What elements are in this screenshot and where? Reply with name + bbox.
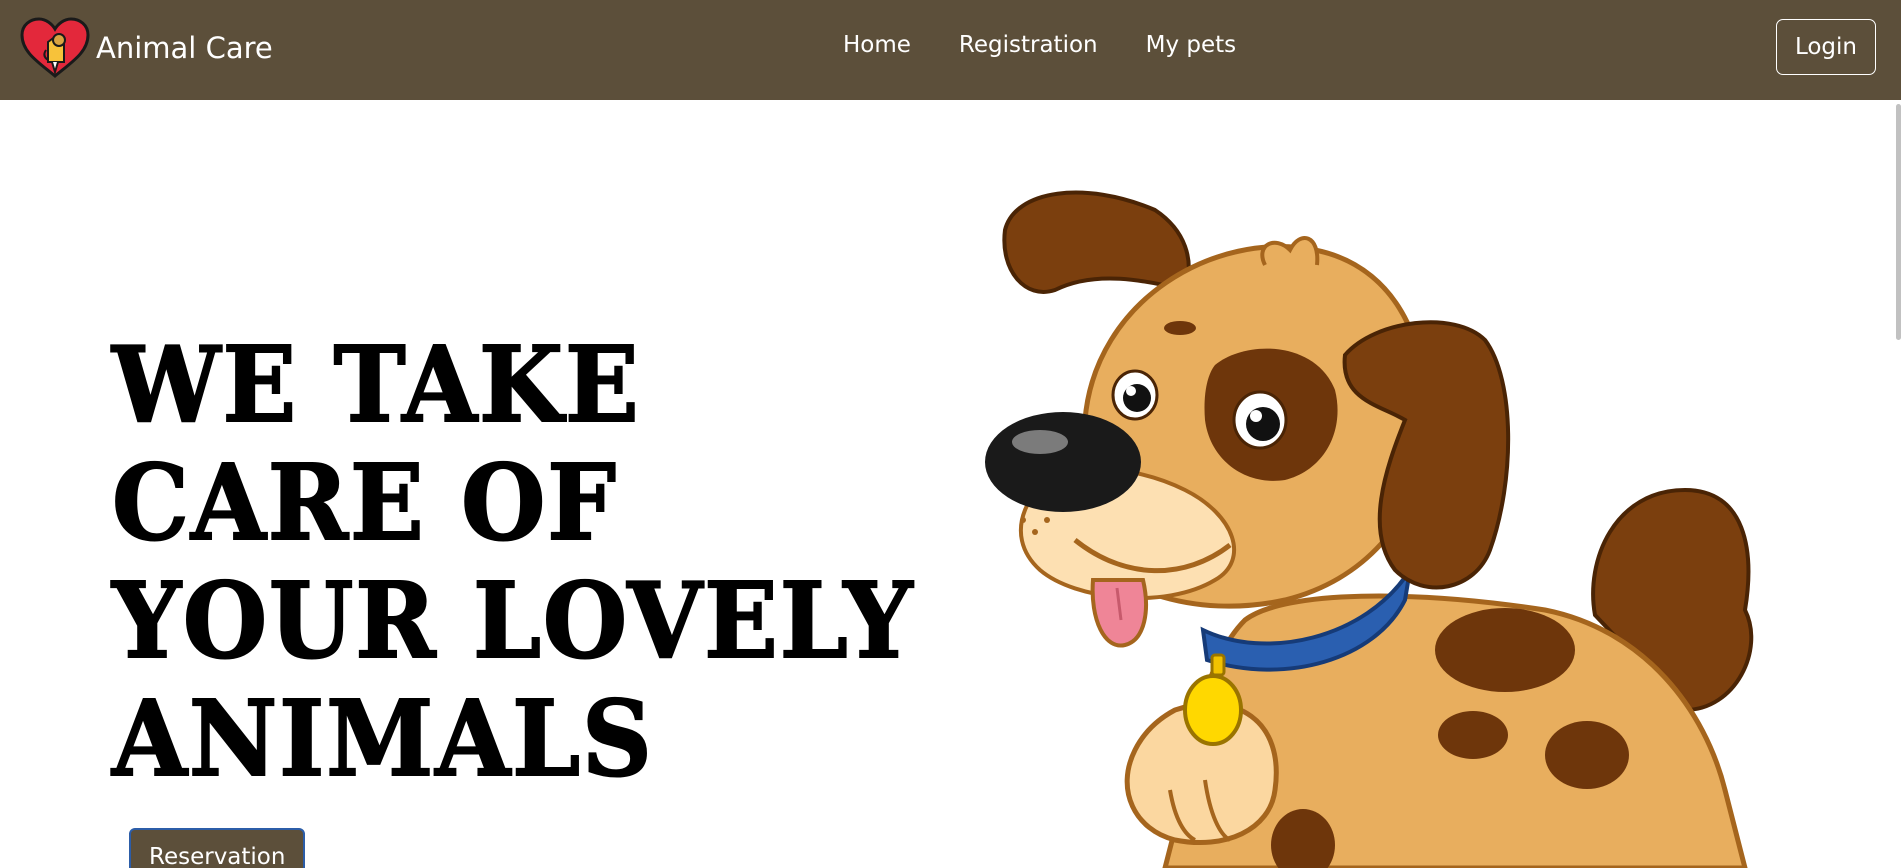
reservation-button[interactable]: Reservation (129, 828, 306, 868)
brand-name: Animal Care (96, 31, 273, 65)
hero-title-line: ANIMALS (111, 677, 654, 800)
heart-logo-icon (20, 17, 90, 78)
nav-link-registration[interactable]: Registration (959, 32, 1098, 58)
brand-link[interactable]: Animal Care (18, 16, 273, 80)
nav-item-my-pets: My pets (1146, 32, 1237, 58)
hero-title-line: CARE OF (111, 441, 618, 564)
nav-item-registration: Registration (959, 32, 1098, 58)
dog-icon (985, 190, 1754, 868)
hero-title-line: YOUR LOVELY (111, 559, 915, 682)
nav-item-home: Home (843, 32, 911, 58)
hero-title-line: WE TAKE (111, 323, 641, 446)
nav-menu: Home Registration My pets (843, 32, 1236, 58)
page: Animal Care Home Registration My pets Lo… (0, 0, 1901, 868)
nav-link-home[interactable]: Home (843, 32, 911, 58)
hero-title: WE TAKE CARE OF YOUR LOVELY ANIMALS (111, 323, 915, 800)
nav-link-my-pets[interactable]: My pets (1146, 32, 1237, 58)
vertical-scrollbar[interactable] (1895, 0, 1901, 868)
navbar: Animal Care Home Registration My pets Lo… (0, 0, 1901, 100)
login-button[interactable]: Login (1775, 19, 1876, 75)
scrollbar-thumb[interactable] (1896, 104, 1901, 340)
